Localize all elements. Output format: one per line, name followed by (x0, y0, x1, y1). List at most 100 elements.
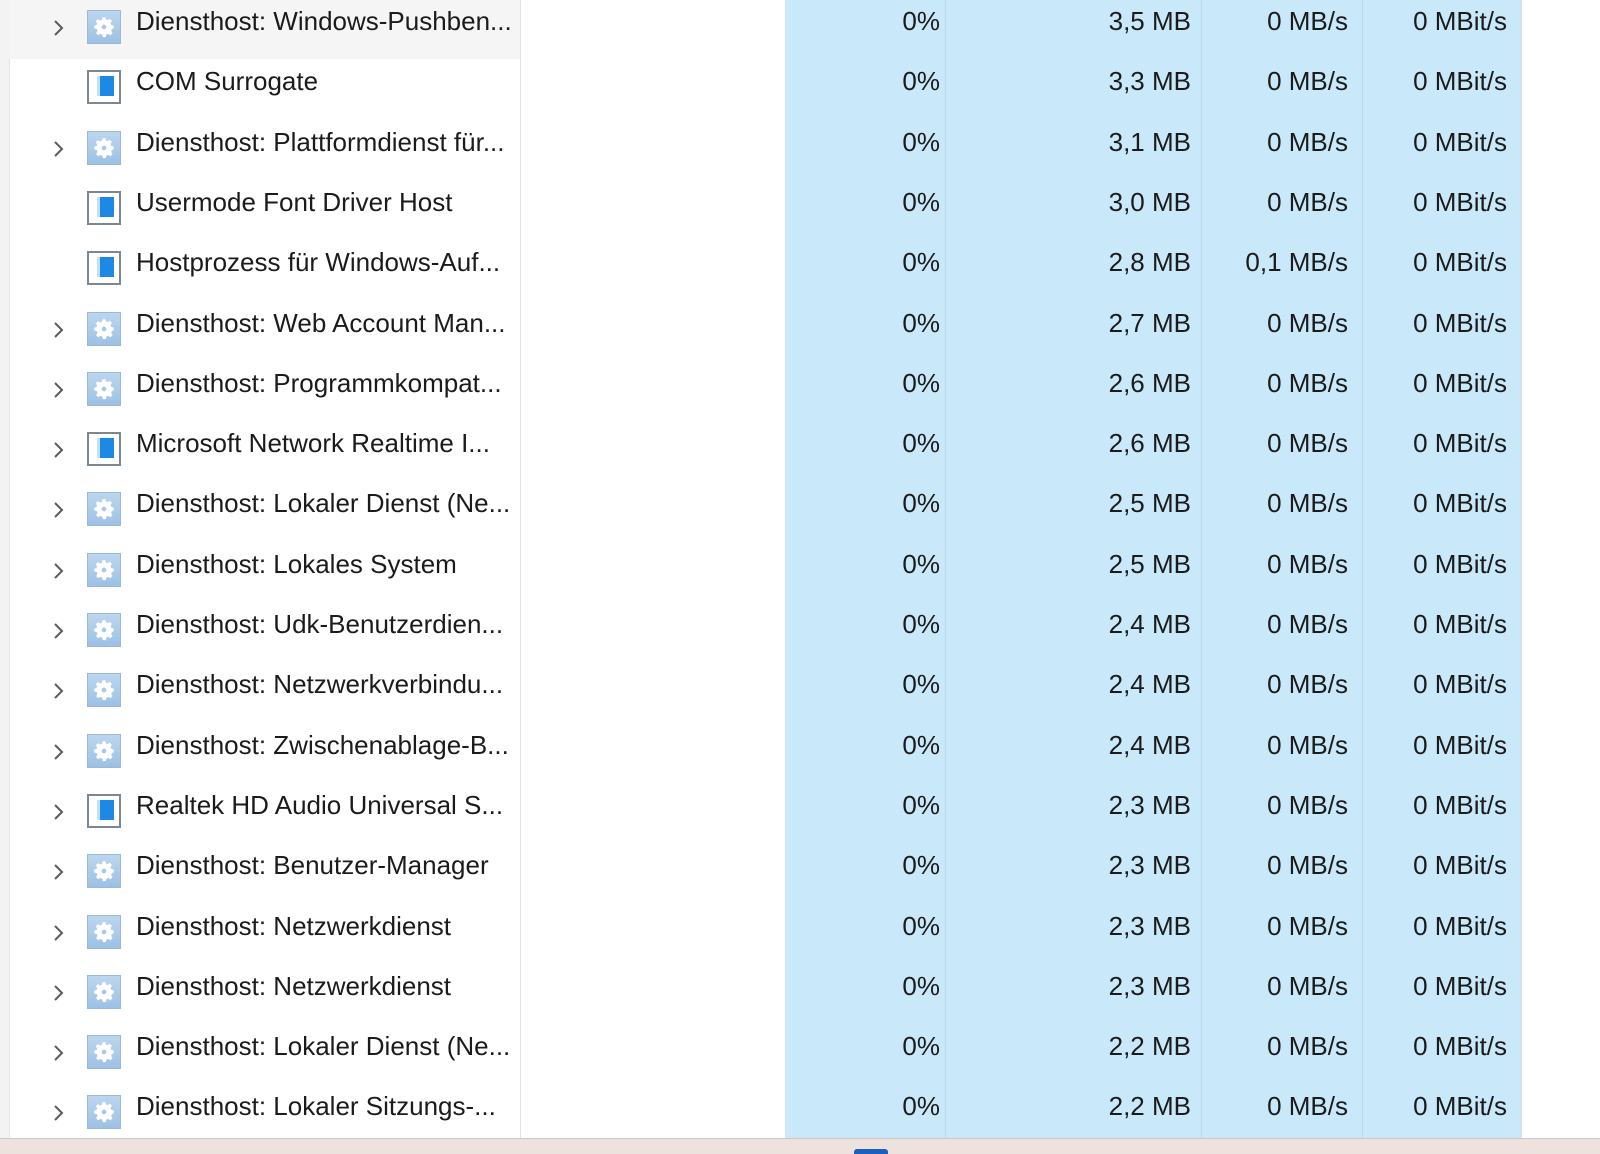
gear-icon (87, 1035, 121, 1070)
memory-value: 2,8 MB (1108, 247, 1191, 278)
chevron-right-icon[interactable] (49, 617, 69, 645)
gear-icon (87, 552, 121, 587)
process-name-cell[interactable]: Diensthost: Netzwerkdienst (9, 963, 520, 1024)
cpu-value: 0% (902, 6, 940, 36)
memory-value: 2,7 MB (1108, 307, 1191, 338)
table-right-edge (1521, 0, 1522, 1138)
network-value: 0 MBit/s (1413, 428, 1507, 459)
chevron-right-icon[interactable] (49, 557, 69, 585)
process-name-cell[interactable]: Diensthost: Web Account Man... (9, 300, 520, 361)
taskbar-active-indicator[interactable] (854, 1149, 888, 1154)
process-name: Diensthost: Web Account Man... (136, 307, 506, 338)
process-name-cell[interactable]: Diensthost: Zwischenablage-B... (9, 722, 520, 783)
process-name-cell[interactable]: Diensthost: Programmkompat... (9, 360, 520, 421)
process-row[interactable]: Microsoft Network Realtime I... 0% 2,6 M… (9, 420, 1521, 481)
process-name: Diensthost: Lokales System (136, 548, 457, 579)
gear-icon (87, 1095, 121, 1130)
memory-value: 2,2 MB (1108, 1091, 1191, 1122)
disk-value: 0 MB/s (1267, 367, 1348, 398)
window-icon (87, 190, 121, 225)
disk-value: 0 MB/s (1267, 186, 1348, 217)
chevron-right-icon[interactable] (49, 1099, 69, 1127)
network-value: 0 MBit/s (1413, 126, 1507, 157)
process-row[interactable]: Diensthost: Netzwerkdienst 0% 2,3 MB 0 M… (9, 963, 1521, 1024)
gear-icon (87, 974, 121, 1009)
process-name: Diensthost: Netzwerkdienst (136, 970, 452, 1001)
process-name: COM Surrogate (136, 66, 319, 97)
process-row[interactable]: Realtek HD Audio Universal S... 0% 2,3 M… (9, 782, 1521, 843)
cpu-value: 0% (902, 307, 940, 338)
gear-icon (87, 130, 121, 165)
process-name-cell[interactable]: Usermode Font Driver Host (9, 179, 520, 240)
chevron-right-icon[interactable] (49, 376, 69, 404)
chevron-right-icon[interactable] (49, 979, 69, 1007)
chevron-right-icon[interactable] (49, 496, 69, 524)
process-name-cell[interactable]: Diensthost: Lokaler Dienst (Ne... (9, 480, 520, 541)
process-row[interactable]: Diensthost: Lokaler Sitzungs-... 0% 2,2 … (9, 1083, 1521, 1144)
disk-value: 0 MB/s (1267, 970, 1348, 1001)
process-name-cell[interactable]: COM Surrogate (9, 58, 520, 119)
memory-value: 2,4 MB (1108, 729, 1191, 760)
process-row[interactable]: Diensthost: Web Account Man... 0% 2,7 MB… (9, 300, 1521, 361)
cpu-value: 0% (902, 548, 940, 579)
process-name: Usermode Font Driver Host (136, 186, 453, 217)
chevron-right-icon[interactable] (49, 14, 69, 42)
process-row[interactable]: Diensthost: Lokaler Dienst (Ne... 0% 2,5… (9, 480, 1521, 541)
process-row[interactable]: Diensthost: Plattformdienst für... 0% 3,… (9, 119, 1521, 180)
process-row[interactable]: Diensthost: Zwischenablage-B... 0% 2,4 M… (9, 722, 1521, 783)
process-row[interactable]: Diensthost: Netzwerkverbindu... 0% 2,4 M… (9, 661, 1521, 722)
window-icon (87, 251, 121, 286)
process-name-cell[interactable]: Diensthost: Netzwerkdienst (9, 903, 520, 964)
chevron-right-icon[interactable] (49, 436, 69, 464)
process-row[interactable]: Usermode Font Driver Host 0% 3,0 MB 0 MB… (9, 179, 1521, 240)
gear-icon (87, 733, 121, 768)
memory-value: 2,3 MB (1108, 970, 1191, 1001)
process-name-cell[interactable]: Realtek HD Audio Universal S... (9, 782, 520, 843)
process-row[interactable]: Diensthost: Windows-Pushben... 0% 3,5 MB… (9, 0, 1521, 59)
chevron-right-icon[interactable] (49, 738, 69, 766)
network-value: 0 MBit/s (1413, 970, 1507, 1001)
process-name-cell[interactable]: Diensthost: Udk-Benutzerdien... (9, 601, 520, 662)
disk-value: 0 MB/s (1267, 910, 1348, 941)
memory-value: 2,2 MB (1108, 1031, 1191, 1062)
chevron-right-icon[interactable] (49, 316, 69, 344)
process-name-cell[interactable]: Diensthost: Lokales System (9, 541, 520, 602)
process-row[interactable]: Diensthost: Programmkompat... 0% 2,6 MB … (9, 360, 1521, 421)
cpu-value: 0% (902, 126, 940, 157)
process-name-cell[interactable]: Diensthost: Netzwerkverbindu... (9, 661, 520, 722)
chevron-right-icon[interactable] (49, 1039, 69, 1067)
disk-value: 0 MB/s (1267, 307, 1348, 338)
process-name-cell[interactable]: Diensthost: Windows-Pushben... (9, 0, 520, 59)
cpu-value: 0% (902, 1031, 940, 1062)
disk-value: 0 MB/s (1267, 6, 1348, 36)
window-icon (87, 793, 121, 828)
chevron-right-icon[interactable] (49, 135, 69, 163)
chevron-right-icon[interactable] (49, 858, 69, 886)
process-row[interactable]: Diensthost: Benutzer-Manager 0% 2,3 MB 0… (9, 842, 1521, 903)
process-name-cell[interactable]: Microsoft Network Realtime I... (9, 420, 520, 481)
process-name-cell[interactable]: Diensthost: Benutzer-Manager (9, 842, 520, 903)
memory-value: 2,5 MB (1108, 548, 1191, 579)
process-name-cell[interactable]: Diensthost: Lokaler Sitzungs-... (9, 1083, 520, 1144)
chevron-right-icon[interactable] (49, 919, 69, 947)
network-value: 0 MBit/s (1413, 669, 1507, 700)
disk-value: 0 MB/s (1267, 609, 1348, 639)
process-row[interactable]: COM Surrogate 0% 3,3 MB 0 MB/s 0 MBit/s (9, 58, 1521, 119)
process-row[interactable]: Diensthost: Netzwerkdienst 0% 2,3 MB 0 M… (9, 903, 1521, 964)
cpu-value: 0% (902, 247, 940, 278)
process-row[interactable]: Diensthost: Lokaler Dienst (Ne... 0% 2,2… (9, 1023, 1521, 1084)
cpu-value: 0% (902, 970, 940, 1001)
disk-value: 0 MB/s (1267, 66, 1348, 97)
process-row[interactable]: Diensthost: Udk-Benutzerdien... 0% 2,4 M… (9, 601, 1521, 662)
process-name-cell[interactable]: Hostprozess für Windows-Auf... (9, 239, 520, 300)
network-value: 0 MBit/s (1413, 850, 1507, 881)
chevron-right-icon[interactable] (49, 677, 69, 705)
chevron-right-icon[interactable] (49, 798, 69, 826)
process-row[interactable]: Hostprozess für Windows-Auf... 0% 2,8 MB… (9, 239, 1521, 300)
process-name-cell[interactable]: Diensthost: Lokaler Dienst (Ne... (9, 1023, 520, 1084)
process-name: Diensthost: Netzwerkdienst (136, 910, 452, 941)
disk-value: 0 MB/s (1267, 126, 1348, 157)
process-row[interactable]: Diensthost: Lokales System 0% 2,5 MB 0 M… (9, 541, 1521, 602)
process-name: Diensthost: Benutzer-Manager (136, 850, 489, 881)
process-name-cell[interactable]: Diensthost: Plattformdienst für... (9, 119, 520, 180)
